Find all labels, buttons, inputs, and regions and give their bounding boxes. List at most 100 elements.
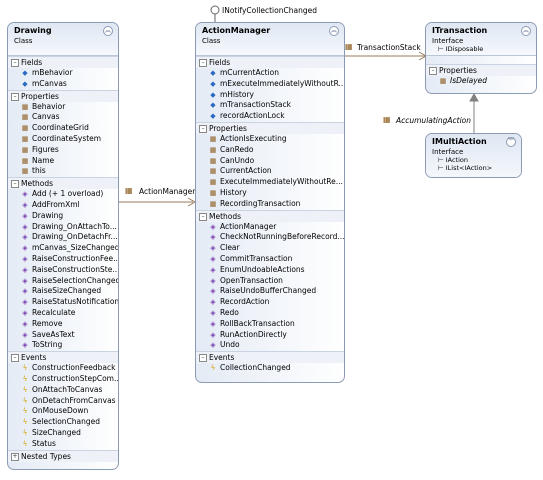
event-item[interactable]: ϟ OnAttachToCanvas xyxy=(8,385,118,396)
field-item[interactable]: ◆ recordActionLock xyxy=(196,111,344,122)
class-header: ActionManager Class ︽ xyxy=(196,23,344,56)
property-item[interactable]: ▦ this xyxy=(8,166,118,177)
section-properties[interactable]: – Properties xyxy=(8,89,118,102)
class-box-actionmanager[interactable]: ActionManager Class ︽ – Fields ◆ mCurrent… xyxy=(195,22,345,383)
method-item[interactable]: ◈ Drawing_OnDetachFr... xyxy=(8,232,118,243)
field-item[interactable]: ◆ mHistory xyxy=(196,90,344,101)
method-item[interactable]: ◈ Recalculate xyxy=(8,308,118,319)
property-item[interactable]: ▦ CoordinateGrid xyxy=(8,123,118,134)
event-icon: ϟ xyxy=(22,385,28,394)
method-item[interactable]: ◈ RaiseSizeChanged xyxy=(8,286,118,297)
interface-box-itransaction[interactable]: ITransaction Interface ⊢ IDisposable ︽ –… xyxy=(425,22,537,94)
section-nested-types[interactable]: + Nested Types xyxy=(8,449,118,462)
property-item[interactable]: ▦ CanRedo xyxy=(196,145,344,156)
event-icon: ϟ xyxy=(22,418,28,427)
event-item[interactable]: ϟ ConstructionFeedback xyxy=(8,363,118,374)
event-item[interactable]: ϟ SelectionChanged xyxy=(8,417,118,428)
section-fields[interactable]: – Fields xyxy=(196,56,344,68)
method-item[interactable]: ◈ Clear xyxy=(196,243,344,254)
method-item[interactable]: ◈ CheckNotRunningBeforeRecord... xyxy=(196,232,344,243)
event-item[interactable]: ϟ ConstructionStepCom... xyxy=(8,374,118,385)
method-item[interactable]: ◈ mCanvas_SizeChanged xyxy=(8,243,118,254)
property-item[interactable]: ▦ Behavior xyxy=(8,102,118,113)
property-item[interactable]: ▦ History xyxy=(196,188,344,199)
method-item[interactable]: ◈ CommitTransaction xyxy=(196,254,344,265)
field-item[interactable]: ◆ mTransactionStack xyxy=(196,100,344,111)
property-item[interactable]: ▦ ExecuteImmediatelyWithoutRe... xyxy=(196,177,344,188)
event-item[interactable]: ϟ CollectionChanged xyxy=(196,363,344,374)
method-icon: ◈ xyxy=(210,222,216,231)
method-icon: ◈ xyxy=(210,265,216,274)
section-toggle-icon[interactable]: – xyxy=(199,354,207,363)
property-item[interactable]: ▦ CanUndo xyxy=(196,156,344,167)
expand-icon[interactable]: ︾ xyxy=(506,137,516,147)
method-item[interactable]: ◈ Redo xyxy=(196,308,344,319)
method-item[interactable]: ◈ Add (+ 1 overload) xyxy=(8,189,118,200)
event-item[interactable]: ϟ Status xyxy=(8,439,118,450)
method-item[interactable]: ◈ OpenTransaction xyxy=(196,276,344,287)
property-item[interactable]: ▦ ActionIsExecuting xyxy=(196,134,344,145)
event-icon: ϟ xyxy=(22,396,28,405)
section-toggle-icon[interactable]: – xyxy=(429,67,437,75)
property-item[interactable]: ▦ Name xyxy=(8,156,118,167)
method-item[interactable]: ◈ AddFromXml xyxy=(8,200,118,211)
section-toggle-icon[interactable]: – xyxy=(11,180,19,189)
section-toggle-icon[interactable]: – xyxy=(11,92,19,101)
event-item[interactable]: ϟ OnMouseDown xyxy=(8,406,118,417)
method-item[interactable]: ◈ RunActionDirectly xyxy=(196,330,344,341)
method-item[interactable]: ◈ RaiseUndoBufferChanged xyxy=(196,286,344,297)
interface-box-imultiaction[interactable]: IMultiAction Interface ⊢ IAction ⊢ IList… xyxy=(425,133,522,178)
section-properties[interactable]: – Properties xyxy=(196,121,344,134)
method-item[interactable]: ◈ Undo xyxy=(196,340,344,351)
section-title: Properties xyxy=(21,91,59,101)
section-toggle-icon[interactable]: – xyxy=(11,354,19,363)
property-item[interactable]: ▦ CurrentAction xyxy=(196,166,344,177)
method-item[interactable]: ◈ RaiseSelectionChanged xyxy=(8,276,118,287)
section-title: Methods xyxy=(21,179,54,189)
property-item[interactable]: ▦ CoordinateSystem xyxy=(8,134,118,145)
method-item[interactable]: ◈ Drawing xyxy=(8,211,118,222)
class-box-drawing[interactable]: Drawing Class ︽ – Fields ◆ mBehavior ◆ mCa… xyxy=(7,22,119,470)
method-item[interactable]: ◈ RaiseConstructionFee... xyxy=(8,254,118,265)
field-item[interactable]: ◆ mCanvas xyxy=(8,79,118,90)
property-item[interactable]: ▦ Canvas xyxy=(8,112,118,123)
section-toggle-icon[interactable]: – xyxy=(199,124,207,133)
section-toggle-icon[interactable]: + xyxy=(11,452,19,461)
method-item[interactable]: ◈ SaveAsText xyxy=(8,330,118,341)
section-events[interactable]: – Events xyxy=(8,351,118,364)
field-item[interactable]: ◆ mBehavior xyxy=(8,68,118,79)
collapse-icon[interactable]: ︽ xyxy=(103,26,113,36)
field-item[interactable]: ◆ mCurrentAction xyxy=(196,68,344,79)
method-item[interactable]: ◈ RecordAction xyxy=(196,297,344,308)
method-item[interactable]: ◈ RollBackTransaction xyxy=(196,319,344,330)
method-item[interactable]: ◈ EnumUndoableActions xyxy=(196,265,344,276)
collapse-icon[interactable]: ︽ xyxy=(329,26,339,36)
section-methods[interactable]: – Methods xyxy=(196,209,344,222)
method-icon: ◈ xyxy=(210,298,216,307)
method-item[interactable]: ◈ RaiseStatusNotification xyxy=(8,297,118,308)
method-item[interactable]: ◈ Remove xyxy=(8,319,118,330)
field-icon: ◆ xyxy=(210,69,216,77)
property-item[interactable]: ▦ IsDelayed xyxy=(426,76,536,87)
section-title: Methods xyxy=(209,211,242,221)
method-item[interactable]: ◈ ActionManager xyxy=(196,222,344,233)
section-properties[interactable]: – Properties xyxy=(426,64,536,76)
method-item[interactable]: ◈ RaiseConstructionSte... xyxy=(8,265,118,276)
event-item[interactable]: ϟ SizeChanged xyxy=(8,428,118,439)
section-fields[interactable]: – Fields xyxy=(8,56,118,68)
field-icon: ◆ xyxy=(22,69,28,77)
event-item[interactable]: ϟ OnDetachFromCanvas xyxy=(8,396,118,407)
association-label-accumulatingaction: AccumulatingAction xyxy=(396,116,472,125)
property-icon: ▦ xyxy=(21,145,29,154)
property-item[interactable]: ▦ Figures xyxy=(8,145,118,156)
section-methods[interactable]: – Methods xyxy=(8,177,118,190)
collapse-icon[interactable]: ︽ xyxy=(521,26,531,36)
method-item[interactable]: ◈ ToString xyxy=(8,340,118,351)
section-toggle-icon[interactable]: – xyxy=(11,59,19,67)
section-toggle-icon[interactable]: – xyxy=(199,212,207,221)
section-toggle-icon[interactable]: – xyxy=(199,59,207,67)
method-item[interactable]: ◈ Drawing_OnAttachTo... xyxy=(8,222,118,233)
property-item[interactable]: ▦ RecordingTransaction xyxy=(196,199,344,210)
field-item[interactable]: ◆ mExecuteImmediatelyWithoutR... xyxy=(196,79,344,90)
section-events[interactable]: – Events xyxy=(196,351,344,364)
